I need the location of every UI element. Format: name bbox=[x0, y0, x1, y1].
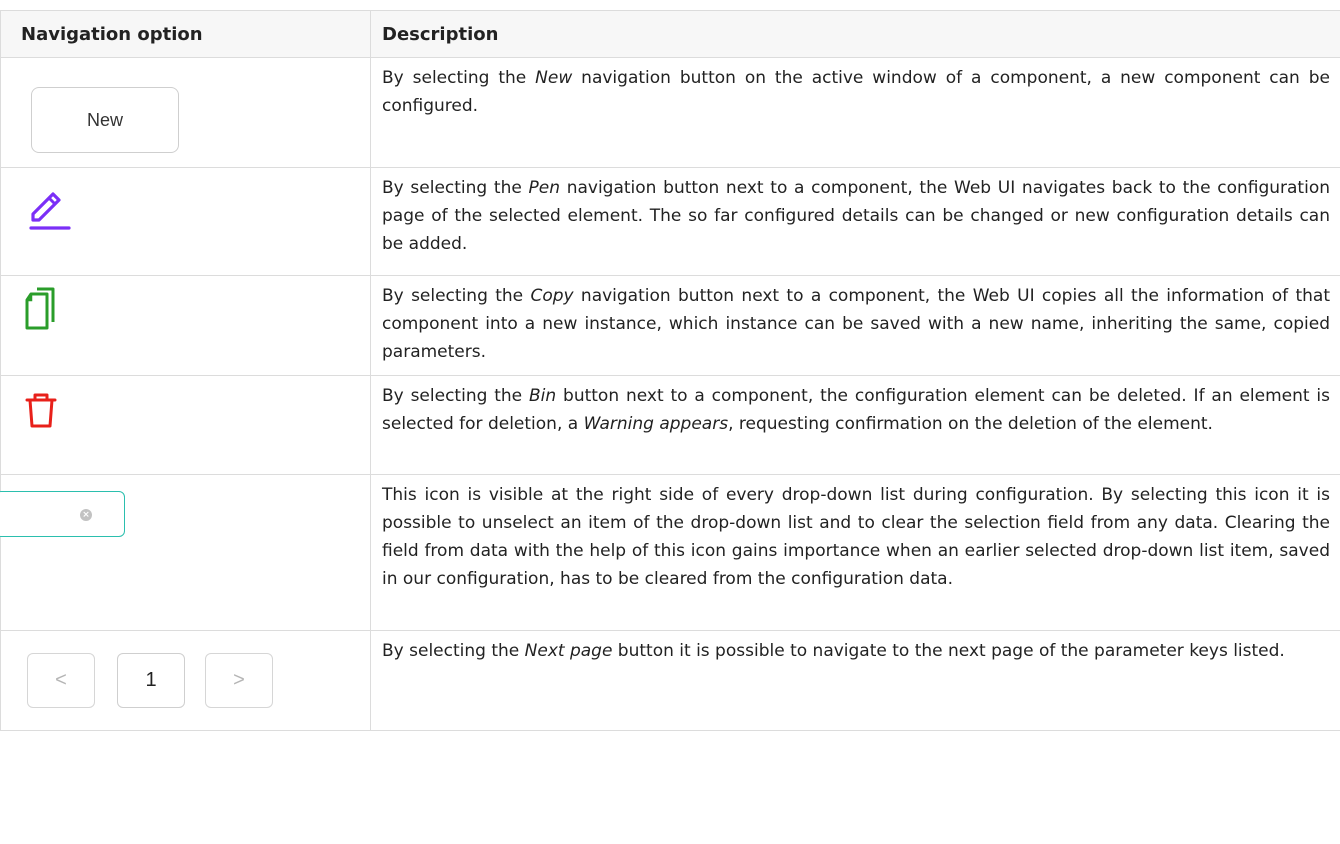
table-row: × This icon is visible at the right side… bbox=[0, 474, 1340, 631]
next-page-button[interactable]: > bbox=[205, 653, 273, 708]
header-navigation-option: Navigation option bbox=[0, 10, 371, 58]
option-cell: < 1 > bbox=[0, 630, 371, 731]
emphasized-term: Next page bbox=[524, 641, 613, 661]
description-text: By selecting the bbox=[382, 178, 529, 198]
navigation-options-table: Navigation option Description New By sel… bbox=[0, 10, 1340, 731]
description-text: By selecting the bbox=[382, 68, 536, 88]
table-row: New By selecting the New navigation butt… bbox=[0, 57, 1340, 168]
description-text: By selecting the bbox=[382, 641, 525, 661]
emphasized-term: Warning appears bbox=[583, 414, 729, 434]
description-cell: This icon is visible at the right side o… bbox=[370, 474, 1340, 631]
clear-x-icon[interactable]: × bbox=[80, 509, 92, 521]
option-cell: New bbox=[0, 57, 371, 168]
description-cell: By selecting the Next page button it is … bbox=[370, 630, 1340, 731]
table-row: By selecting the Copy navigation button … bbox=[0, 275, 1340, 376]
pagination: < 1 > bbox=[15, 639, 289, 719]
description-text: By selecting the bbox=[382, 386, 529, 406]
description-text: This icon is visible at the right side o… bbox=[382, 485, 1330, 589]
table-row: By selecting the Pen navigation button n… bbox=[0, 167, 1340, 276]
description-cell: By selecting the New navigation button o… bbox=[370, 57, 1340, 168]
emphasized-term: Pen bbox=[528, 178, 561, 198]
description-cell: By selecting the Copy navigation button … bbox=[370, 275, 1340, 376]
option-cell bbox=[0, 167, 371, 276]
table-row: < 1 > By selecting the Next page button … bbox=[0, 630, 1340, 731]
table-header-row: Navigation option Description bbox=[0, 10, 1340, 58]
previous-page-button[interactable]: < bbox=[27, 653, 95, 708]
table-row: By selecting the Bin button next to a co… bbox=[0, 375, 1340, 475]
new-button[interactable]: New bbox=[31, 87, 179, 153]
option-cell bbox=[0, 375, 371, 475]
dropdown-clear-field: × bbox=[0, 491, 125, 537]
emphasized-term: Bin bbox=[529, 386, 557, 406]
description-cell: By selecting the Bin button next to a co… bbox=[370, 375, 1340, 475]
description-cell: By selecting the Pen navigation button n… bbox=[370, 167, 1340, 276]
page-number-button[interactable]: 1 bbox=[117, 653, 185, 708]
bin-icon[interactable] bbox=[17, 382, 75, 444]
header-description: Description bbox=[370, 10, 1340, 58]
option-cell: × bbox=[0, 474, 371, 631]
emphasized-term: Copy bbox=[530, 286, 574, 306]
option-cell bbox=[0, 275, 371, 376]
description-text: , requesting confirmation on the deletio… bbox=[728, 414, 1213, 434]
description-text: By selecting the bbox=[382, 286, 531, 306]
emphasized-term: New bbox=[535, 68, 573, 88]
description-text: button it is possible to navigate to the… bbox=[612, 641, 1285, 661]
copy-icon[interactable] bbox=[17, 284, 61, 336]
pen-icon[interactable] bbox=[17, 176, 89, 246]
